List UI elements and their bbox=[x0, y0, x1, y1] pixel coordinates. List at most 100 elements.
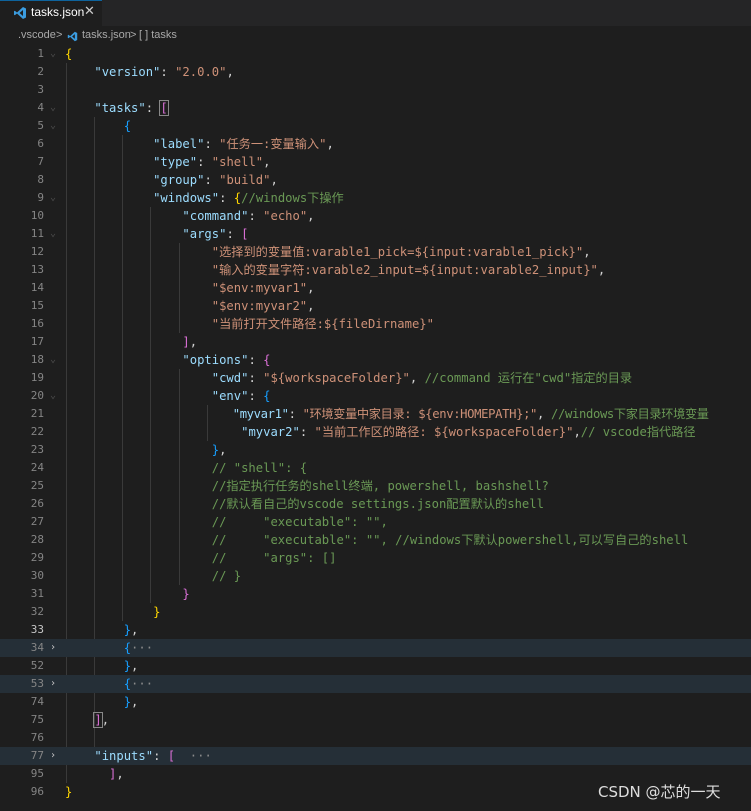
line-number: 23 bbox=[30, 443, 44, 456]
brace: { bbox=[123, 119, 132, 133]
tab-label: tasks.json bbox=[31, 5, 85, 19]
json-string: "build" bbox=[219, 173, 271, 187]
breadcrumb-symbol[interactable]: [ ] tasks bbox=[139, 29, 177, 41]
line-number: 29 bbox=[30, 551, 44, 564]
breadcrumb-folder[interactable]: .vscode bbox=[18, 29, 56, 41]
folded-ellipsis[interactable]: ··· bbox=[131, 677, 153, 691]
line-number: 33 bbox=[30, 623, 44, 636]
code-comment: // "shell": { bbox=[211, 461, 308, 475]
json-key: "group" bbox=[153, 173, 205, 187]
breadcrumb-file[interactable]: tasks.json bbox=[82, 29, 131, 41]
json-key: "cwd" bbox=[211, 371, 249, 385]
line-number: 27 bbox=[30, 515, 44, 528]
chevron-down-icon[interactable]: ⌄ bbox=[50, 117, 56, 135]
code-line: 27 // "executable": "", bbox=[0, 513, 751, 531]
brace: { bbox=[123, 677, 132, 691]
code-line: 74 }, bbox=[0, 693, 751, 711]
code-comment: //指定执行任务的shell终端, powershell, bashshell? bbox=[211, 479, 549, 493]
code-line: 8 "group": "build", bbox=[0, 171, 751, 189]
chevron-down-icon[interactable]: ⌄ bbox=[50, 387, 56, 405]
json-string: "$env:myvar1" bbox=[211, 281, 308, 295]
code-line: 33 }, bbox=[0, 621, 751, 639]
json-string: "当前打开文件路径:${fileDirname}" bbox=[211, 317, 434, 331]
code-line: 29 // "args": [] bbox=[0, 549, 751, 567]
line-number: 10 bbox=[30, 209, 44, 222]
tab-tasks-json[interactable]: tasks.json ✕ bbox=[0, 0, 102, 26]
chevron-down-icon[interactable]: ⌄ bbox=[50, 99, 56, 117]
close-icon[interactable]: ✕ bbox=[84, 4, 95, 19]
line-number: 11 bbox=[30, 227, 44, 240]
code-comment: // "args": [] bbox=[211, 551, 337, 565]
code-comment: //command 运行在"cwd"指定的目录 bbox=[424, 371, 633, 385]
line-number: 24 bbox=[30, 461, 44, 474]
code-comment: //windows下操作 bbox=[241, 191, 344, 205]
line-number: 31 bbox=[30, 587, 44, 600]
code-line: 31 } bbox=[0, 585, 751, 603]
code-editor[interactable]: 1 ⌄ { 2 "version": "2.0.0", 3 4 ⌄ "tasks… bbox=[0, 45, 751, 811]
json-string: "环境变量中家目录: ${env:HOMEPATH};" bbox=[302, 407, 538, 421]
brace: } bbox=[123, 623, 132, 637]
code-line: 18 ⌄ "options": { bbox=[0, 351, 751, 369]
code-line-folded[interactable]: 34 › {··· bbox=[0, 639, 751, 657]
chevron-right-icon[interactable]: › bbox=[50, 747, 56, 765]
code-line: 28 // "executable": "", //windows下默认powe… bbox=[0, 531, 751, 549]
line-number: 30 bbox=[30, 569, 44, 582]
watermark: CSDN @芯的一天 bbox=[598, 783, 721, 801]
code-line: 7 "type": "shell", bbox=[0, 153, 751, 171]
code-line: 76 bbox=[0, 729, 751, 747]
brace: { bbox=[263, 389, 271, 403]
breadcrumb-separator: > bbox=[56, 29, 63, 41]
code-line: 52 }, bbox=[0, 657, 751, 675]
code-line: 3 bbox=[0, 81, 751, 99]
line-number: 13 bbox=[30, 263, 44, 276]
line-number: 34 bbox=[30, 641, 44, 654]
code-line: 5 ⌄ { bbox=[0, 117, 751, 135]
bracket: [ bbox=[167, 749, 176, 763]
json-key: "tasks" bbox=[94, 101, 146, 115]
code-line: 22 "myvar2": "当前工作区的路径: ${workspaceFolde… bbox=[0, 423, 751, 441]
code-line: 75 ], bbox=[0, 711, 751, 729]
bracket: [ bbox=[159, 100, 169, 116]
json-key: "myvar1" bbox=[232, 407, 289, 421]
json-string: "选择到的变量值:varable1_pick=${input:varable1_… bbox=[211, 245, 584, 259]
chevron-down-icon[interactable]: ⌄ bbox=[50, 45, 56, 63]
line-number: 18 bbox=[30, 353, 44, 366]
line-number: 19 bbox=[30, 371, 44, 384]
folded-ellipsis[interactable]: ··· bbox=[190, 749, 212, 763]
code-line-folded[interactable]: 77 › "inputs": [ ··· bbox=[0, 747, 751, 765]
json-string: "任务一:变量输入" bbox=[219, 137, 327, 151]
line-number: 16 bbox=[30, 317, 44, 330]
chevron-right-icon[interactable]: › bbox=[50, 639, 56, 657]
code-comment: //windows下家目录环境变量 bbox=[551, 407, 709, 421]
code-line: 26 //默认看自己的vscode settings.json配置默认的shel… bbox=[0, 495, 751, 513]
json-key: "type" bbox=[153, 155, 198, 169]
bracket: ] bbox=[109, 767, 117, 781]
chevron-down-icon[interactable]: ⌄ bbox=[50, 189, 56, 207]
line-number: 1 bbox=[37, 47, 44, 60]
chevron-down-icon[interactable]: ⌄ bbox=[50, 225, 56, 243]
code-line: 14 "$env:myvar1", bbox=[0, 279, 751, 297]
line-number: 76 bbox=[30, 731, 44, 744]
code-line: 9 ⌄ "windows": {//windows下操作 bbox=[0, 189, 751, 207]
chevron-right-icon[interactable]: › bbox=[50, 675, 56, 693]
brace: } bbox=[123, 659, 132, 673]
line-number: 2 bbox=[37, 65, 44, 78]
brace: } bbox=[65, 785, 73, 799]
folded-ellipsis[interactable]: ··· bbox=[131, 641, 153, 655]
chevron-down-icon[interactable]: ⌄ bbox=[50, 351, 56, 369]
code-line: 15 "$env:myvar2", bbox=[0, 297, 751, 315]
code-line: 4 ⌄ "tasks": [ bbox=[0, 99, 751, 117]
json-string: "2.0.0" bbox=[175, 65, 227, 79]
code-line: 20 ⌄ "env": { bbox=[0, 387, 751, 405]
code-line: 12 "选择到的变量值:varable1_pick=${input:varabl… bbox=[0, 243, 751, 261]
code-comment: // vscode指代路径 bbox=[580, 425, 696, 439]
line-number: 8 bbox=[37, 173, 44, 186]
breadcrumb-separator: > bbox=[130, 29, 137, 41]
brace: { bbox=[263, 353, 271, 367]
line-number: 17 bbox=[30, 335, 44, 348]
json-key: "version" bbox=[94, 65, 161, 79]
code-line-folded[interactable]: 53 › {··· bbox=[0, 675, 751, 693]
brace: } bbox=[123, 695, 132, 709]
json-string: "输入的变量字符:varable2_input=${input:varable2… bbox=[211, 263, 598, 277]
code-comment: // "executable": "", //windows下默认powersh… bbox=[211, 533, 689, 547]
